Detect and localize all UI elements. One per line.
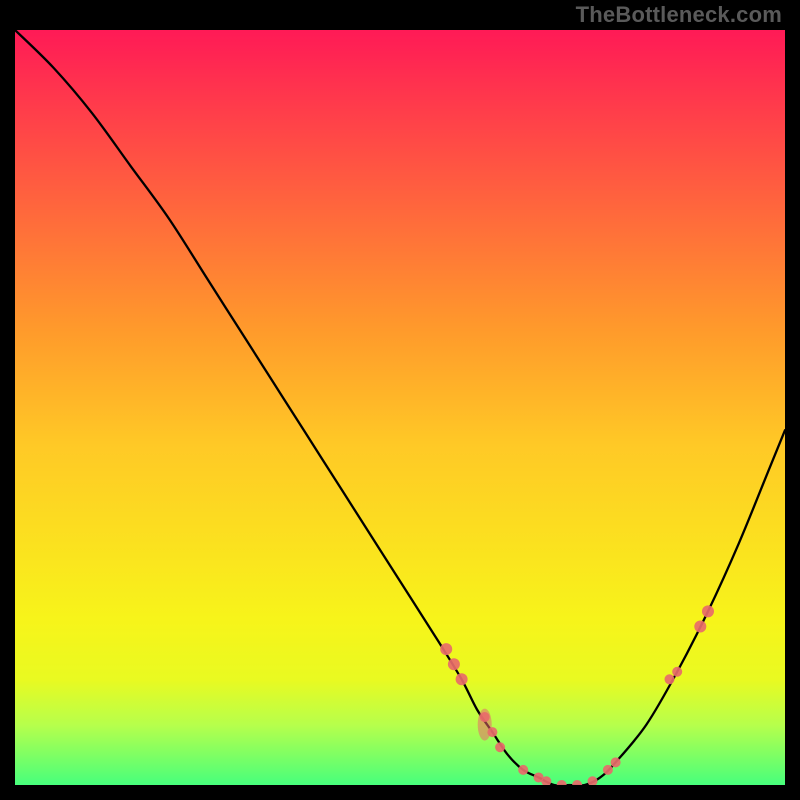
curve-markers xyxy=(440,605,714,785)
curve-marker xyxy=(611,757,621,767)
curve-marker xyxy=(557,780,567,785)
curve-marker xyxy=(448,658,460,670)
curve-marker xyxy=(572,780,582,785)
curve-marker xyxy=(518,765,528,775)
curve-marker xyxy=(694,620,706,632)
bottleneck-curve-path xyxy=(15,30,785,785)
curve-marker xyxy=(456,673,468,685)
chart-frame: TheBottleneck.com xyxy=(0,0,800,800)
plot-area xyxy=(15,30,785,785)
curve-marker xyxy=(665,674,675,684)
curve-marker xyxy=(487,727,497,737)
watermark-text: TheBottleneck.com xyxy=(576,2,782,28)
curve-marker xyxy=(480,712,490,722)
curve-marker xyxy=(702,605,714,617)
curve-marker xyxy=(603,765,613,775)
curve-marker xyxy=(588,776,598,785)
curve-marker xyxy=(495,742,505,752)
curve-marker xyxy=(672,667,682,677)
curve-marker xyxy=(440,643,452,655)
curve-svg xyxy=(15,30,785,785)
